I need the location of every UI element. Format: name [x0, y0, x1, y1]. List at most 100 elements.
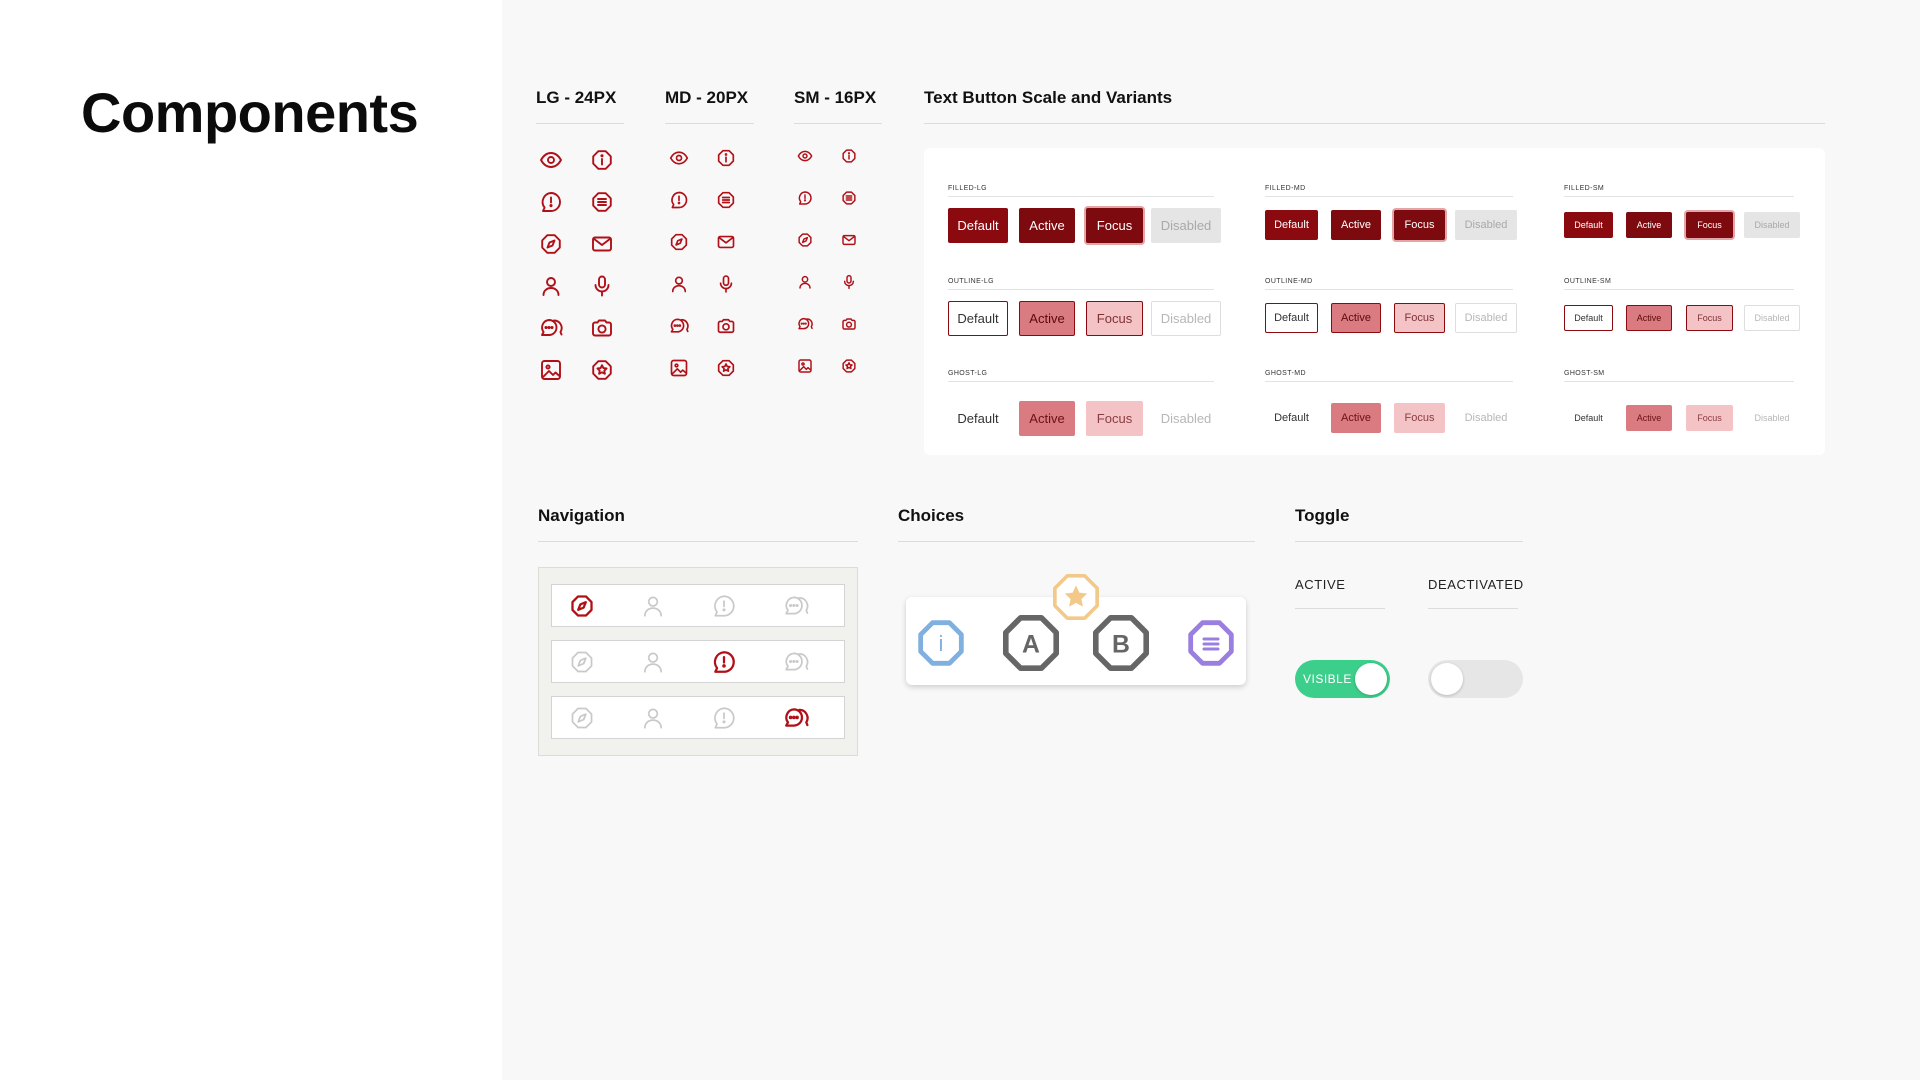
toggle-knob	[1431, 663, 1463, 695]
mail-icon	[587, 229, 617, 259]
filled-md-disabled-button: Disabled	[1455, 210, 1517, 240]
toggle-active-label: ACTIVE	[1295, 577, 1346, 592]
nav-user-icon[interactable]	[633, 697, 673, 738]
nav-user-icon[interactable]	[633, 585, 673, 626]
chat-icon	[790, 309, 820, 339]
filled-md-focus-button[interactable]: Focus	[1394, 210, 1445, 240]
ghost-md-default-button[interactable]: Default	[1265, 403, 1318, 433]
microphone-icon	[711, 269, 741, 299]
outline-md-focus-button[interactable]: Focus	[1394, 303, 1445, 333]
filled-md-active-button[interactable]: Active	[1331, 210, 1381, 240]
variant-rule	[1265, 196, 1513, 197]
star-badge-icon	[711, 353, 741, 383]
navigation-panel	[538, 567, 858, 756]
chat-icon	[536, 313, 566, 343]
icons-lg-rule	[536, 123, 624, 124]
mail-icon	[711, 227, 741, 257]
visibility-toggle-off[interactable]	[1428, 660, 1523, 698]
user-icon	[790, 267, 820, 297]
nav-compass-icon[interactable]	[562, 697, 602, 738]
list-icon	[711, 185, 741, 215]
info-choice[interactable]: i	[916, 618, 966, 668]
outline-sm-focus-button[interactable]: Focus	[1686, 305, 1733, 331]
nav-chat-icon[interactable]	[776, 585, 816, 626]
nav-alert-message-icon[interactable]	[704, 585, 744, 626]
filled-lg-focus-button[interactable]: Focus	[1086, 208, 1143, 243]
nav-alert-message-icon[interactable]	[704, 697, 744, 738]
toggle-deactivated-label: DEACTIVATED	[1428, 577, 1524, 592]
filled-lg-default-button[interactable]: Default	[948, 208, 1008, 243]
ghost-sm-disabled-button: Disabled	[1754, 413, 1790, 423]
visibility-toggle-on[interactable]: VISIBLE	[1295, 660, 1390, 698]
microphone-icon	[587, 271, 617, 301]
filled-sm-default-button[interactable]: Default	[1564, 212, 1613, 238]
toggle-on-text: VISIBLE	[1303, 672, 1352, 686]
chat-icon	[664, 311, 694, 341]
ghost-sm-focus-button[interactable]: Focus	[1686, 405, 1733, 431]
user-icon	[664, 269, 694, 299]
info-icon	[587, 145, 617, 175]
navigation-title: Navigation	[538, 506, 625, 525]
info-icon	[834, 141, 864, 171]
toggle-title: Toggle	[1295, 506, 1350, 525]
text-buttons-title: Text Button Scale and Variants	[924, 88, 1173, 107]
variant-rule	[1265, 289, 1513, 290]
navigation-rule	[538, 541, 858, 542]
ghost-md-focus-button[interactable]: Focus	[1394, 403, 1445, 433]
filled-lg-active-button[interactable]: Active	[1019, 208, 1075, 243]
filled-md-default-button[interactable]: Default	[1265, 210, 1318, 240]
outline-sm-default-button[interactable]: Default	[1564, 305, 1613, 331]
nav-user-icon[interactable]	[633, 641, 673, 682]
ghost-lg-default-button[interactable]: Default	[948, 401, 1008, 436]
nav-bar-example	[551, 584, 845, 627]
nav-compass-icon[interactable]	[562, 641, 602, 682]
ghost-sm-active-button[interactable]: Active	[1626, 405, 1672, 431]
text-buttons-rule	[924, 123, 1825, 124]
outline-md-active-button[interactable]: Active	[1331, 303, 1381, 333]
camera-icon	[834, 309, 864, 339]
compass-icon	[664, 227, 694, 257]
svg-text:B: B	[1112, 631, 1130, 658]
image-icon	[536, 355, 566, 385]
text-button-card: FILLED-LG Default Active Focus Disabled FILLE…	[924, 148, 1825, 455]
variant-rule	[1564, 196, 1794, 197]
ghost-md-active-button[interactable]: Active	[1331, 403, 1381, 433]
filled-sm-active-button[interactable]: Active	[1626, 212, 1672, 238]
filled-sm-focus-button[interactable]: Focus	[1686, 212, 1733, 238]
alert-message-icon	[536, 187, 566, 217]
list-choice[interactable]	[1186, 618, 1236, 668]
star-choice[interactable]	[1050, 571, 1102, 623]
nav-chat-icon[interactable]	[776, 697, 816, 738]
ghost-lg-active-button[interactable]: Active	[1019, 401, 1075, 436]
eye-icon	[790, 141, 820, 171]
outline-lg-focus-button[interactable]: Focus	[1086, 301, 1143, 336]
star-badge-icon	[834, 351, 864, 381]
image-icon	[664, 353, 694, 383]
variant-label-outline-md: OUTLINE-MD	[1265, 278, 1313, 285]
ghost-lg-focus-button[interactable]: Focus	[1086, 401, 1143, 436]
ghost-sm-default-button[interactable]: Default	[1564, 405, 1613, 431]
variant-rule	[1265, 381, 1513, 382]
variant-rule	[948, 289, 1214, 290]
outline-lg-active-button[interactable]: Active	[1019, 301, 1075, 336]
ghost-lg-disabled-button: Disabled	[1160, 411, 1212, 426]
nav-bar-example	[551, 696, 845, 739]
list-icon	[834, 183, 864, 213]
nav-alert-message-icon[interactable]	[704, 641, 744, 682]
toggle-rule	[1295, 541, 1523, 542]
variant-label-filled-sm: FILLED-SM	[1564, 185, 1605, 192]
outline-md-default-button[interactable]: Default	[1265, 303, 1318, 333]
compass-icon	[536, 229, 566, 259]
variant-label-ghost-md: GHOST-MD	[1265, 370, 1306, 377]
outline-sm-active-button[interactable]: Active	[1626, 305, 1672, 331]
outline-md-disabled-button: Disabled	[1455, 303, 1517, 333]
nav-bar-example	[551, 640, 845, 683]
outline-lg-default-button[interactable]: Default	[948, 301, 1008, 336]
nav-compass-icon[interactable]	[562, 585, 602, 626]
variant-rule	[1564, 381, 1794, 382]
eye-icon	[536, 145, 566, 175]
left-panel: Components	[0, 0, 502, 1080]
nav-chat-icon[interactable]	[776, 641, 816, 682]
variant-label-outline-sm: OUTLINE-SM	[1564, 278, 1612, 285]
icons-md-title: MD - 20PX	[665, 88, 749, 107]
